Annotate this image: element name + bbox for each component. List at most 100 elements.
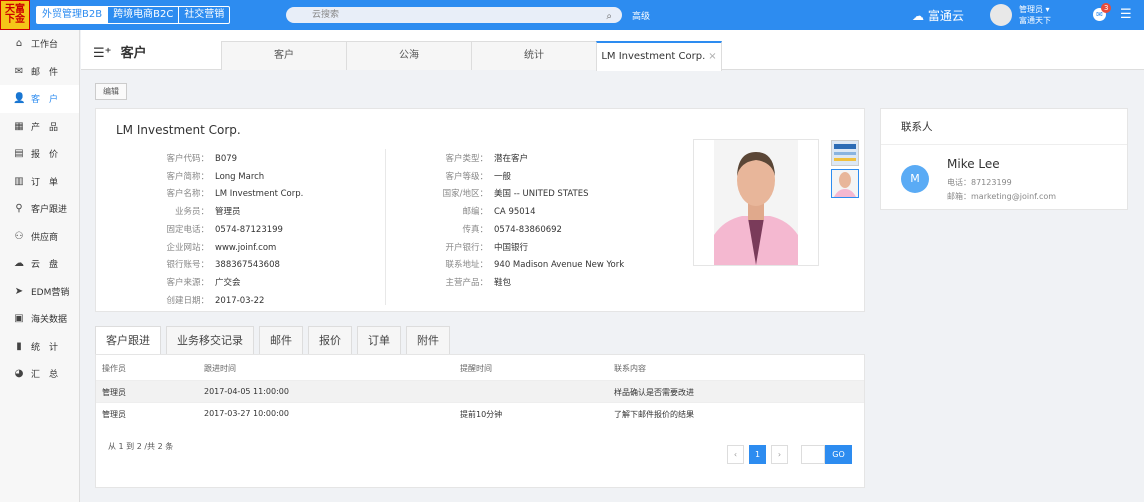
- tab-attachment[interactable]: 附件: [406, 326, 450, 354]
- sidebar-item-label: 邮 件: [31, 67, 59, 78]
- field-row: 国家/地区： 美国 -- UNITED STATES: [416, 186, 624, 204]
- field-label: 业务员：: [174, 207, 209, 218]
- prev-page-button[interactable]: ‹: [727, 445, 744, 464]
- sidebar-item-label: 汇 总: [31, 370, 59, 381]
- field-value: B079: [215, 154, 238, 164]
- table-row[interactable]: 管理员 2017-03-27 10:00:00 提前10分钟 了解下邮件报价的结…: [96, 402, 864, 424]
- field-row: 传真： 0574-83860692: [416, 222, 624, 240]
- nav-b2b[interactable]: 外贸管理B2B: [37, 7, 109, 23]
- field-label: 客户类型：: [445, 154, 488, 164]
- tab-mail[interactable]: 邮件: [259, 326, 303, 354]
- tab-public-sea[interactable]: 公海: [346, 41, 472, 70]
- tab-handover[interactable]: 业务移交记录: [166, 326, 254, 354]
- page-jump-input[interactable]: [801, 445, 825, 464]
- photo-thumbnail[interactable]: [831, 140, 859, 166]
- sidebar-item[interactable]: 👤 客 户: [0, 85, 79, 113]
- cell-remind-time: 提前10分钟: [460, 410, 503, 419]
- sidebar-item[interactable]: ▦ 产 品: [0, 113, 79, 141]
- field-value: CA 95014: [494, 207, 536, 218]
- user-avatar[interactable]: [990, 4, 1012, 26]
- field-row: 业务员： 管理员: [136, 204, 303, 222]
- user-menu[interactable]: 管理员 ▾ 富通天下: [1019, 4, 1051, 26]
- field-label: 邮编：: [462, 207, 488, 218]
- sidebar-item[interactable]: ⌂ 工作台: [0, 30, 79, 58]
- sidebar-item[interactable]: ✉ 邮 件: [0, 58, 79, 86]
- field-label: 主营产品：: [445, 277, 488, 288]
- column-header: 操作员: [102, 364, 126, 373]
- sidebar-item-label: 工作台: [31, 40, 59, 51]
- go-button[interactable]: GO: [825, 445, 852, 464]
- contact-avatar: M: [901, 165, 929, 193]
- table-row[interactable]: 管理员 2017-04-05 11:00:00 样品确认是否需要改进: [96, 380, 864, 402]
- sidebar-item[interactable]: ▣ 海关数据: [0, 305, 79, 333]
- tab-statistics[interactable]: 统计: [471, 41, 597, 70]
- advanced-search-link[interactable]: 高级: [632, 9, 650, 22]
- sidebar-item[interactable]: ⚲ 客户跟进: [0, 195, 79, 223]
- contact-name[interactable]: Mike Lee: [947, 157, 1000, 171]
- field-value: 2017-03-22: [215, 295, 265, 306]
- search-input[interactable]: 云搜索 ⌕: [286, 7, 622, 23]
- followup-table: 操作员 跟进时间 提醒时间 联系内容 管理员 2017-04-05 11:00:…: [95, 354, 865, 488]
- cell-operator: 管理员: [102, 410, 126, 419]
- brand-logo[interactable]: 天富下金: [0, 0, 30, 30]
- contacts-panel: 联系人 M Mike Lee 电话：87123199 邮箱：marketing@…: [880, 108, 1128, 210]
- page-header: ☰⁺ 客户 客户 公海 统计 LM Investment Corp. ×: [81, 30, 1144, 71]
- customer-info-card: LM Investment Corp. 客户代码： B079 客户简称： Long M…: [95, 108, 865, 312]
- tab-order[interactable]: 订单: [357, 326, 401, 354]
- close-icon[interactable]: ×: [708, 51, 716, 62]
- field-value: 中国银行: [494, 242, 529, 253]
- sidebar-item[interactable]: ▮ 统 计: [0, 333, 79, 361]
- field-value: 潜在客户: [494, 154, 529, 164]
- contact-email[interactable]: 邮箱：marketing@joinf.com: [947, 191, 1056, 202]
- home-icon: ⌂: [15, 38, 23, 50]
- photo-thumbnail-selected[interactable]: [831, 169, 859, 198]
- sidebar-item[interactable]: ▥ 订 单: [0, 168, 79, 196]
- field-row: 银行账号： 388367543608: [136, 257, 303, 275]
- tab-quote[interactable]: 报价: [308, 326, 352, 354]
- cloud-icon: ☁: [14, 258, 24, 270]
- field-value: 940 Madison Avenue New York: [494, 260, 625, 271]
- pin-icon: ⚲: [15, 203, 23, 215]
- next-page-button[interactable]: ›: [771, 445, 788, 464]
- column-header: 提醒时间: [460, 364, 492, 373]
- tab-customer-detail[interactable]: LM Investment Corp. ×: [596, 41, 722, 71]
- order-icon: ▥: [14, 175, 24, 187]
- menu-icon[interactable]: ☰: [1120, 7, 1132, 22]
- field-row: 客户代码： B079: [136, 151, 303, 169]
- page-title-text: 客户: [120, 46, 147, 61]
- divider: [385, 149, 386, 305]
- sidebar-item[interactable]: ☁ 云 盘: [0, 250, 79, 278]
- user-name: 管理员 ▾: [1019, 5, 1050, 14]
- field-label: 客户简称：: [166, 171, 209, 182]
- nav-social[interactable]: 社交营销: [179, 7, 229, 23]
- field-row: 创建日期： 2017-03-22: [136, 293, 303, 311]
- sidebar-item[interactable]: ⚇ 供应商: [0, 223, 79, 251]
- sidebar-item-label: 客 户: [31, 95, 59, 106]
- tab-followup[interactable]: 客户跟进: [95, 326, 161, 354]
- field-row: 客户名称： LM Investment Corp.: [136, 186, 303, 204]
- page-button[interactable]: 1: [749, 445, 766, 464]
- field-row: 开户银行： 中国银行: [416, 240, 624, 258]
- field-value: 广交会: [215, 277, 241, 288]
- field-value: Long March: [215, 171, 265, 182]
- cloud-link[interactable]: ☁ 富通云: [912, 7, 964, 24]
- sidebar-item[interactable]: ➤ EDM营销: [0, 278, 79, 306]
- field-value: LM Investment Corp.: [215, 189, 304, 200]
- customer-fields-left: 客户代码： B079 客户简称： Long March 客户名称： LM Investme…: [136, 151, 303, 310]
- field-value: 鞋包: [494, 277, 512, 288]
- field-value: 美国 -- UNITED STATES: [494, 189, 589, 200]
- sidebar-item-label: 订 单: [31, 177, 59, 188]
- nav-b2c[interactable]: 跨境电商B2C: [108, 7, 180, 23]
- mail-icon: ✉: [14, 65, 24, 77]
- message-badge: 3: [1101, 3, 1112, 13]
- sidebar-item[interactable]: ▤ 报 价: [0, 140, 79, 168]
- field-row: 固定电话： 0574-87123199: [136, 222, 303, 240]
- search-icon[interactable]: ⌕: [606, 9, 612, 25]
- field-value: 0574-87123199: [215, 224, 283, 235]
- tab-customers[interactable]: 客户: [221, 41, 347, 70]
- sidebar-item[interactable]: ◕ 汇 总: [0, 360, 79, 388]
- field-label: 开户银行：: [445, 242, 488, 253]
- page-title: ☰⁺ 客户: [93, 42, 147, 61]
- edit-button[interactable]: 编辑: [95, 83, 127, 100]
- sidebar-item-label: 产 品: [31, 122, 59, 133]
